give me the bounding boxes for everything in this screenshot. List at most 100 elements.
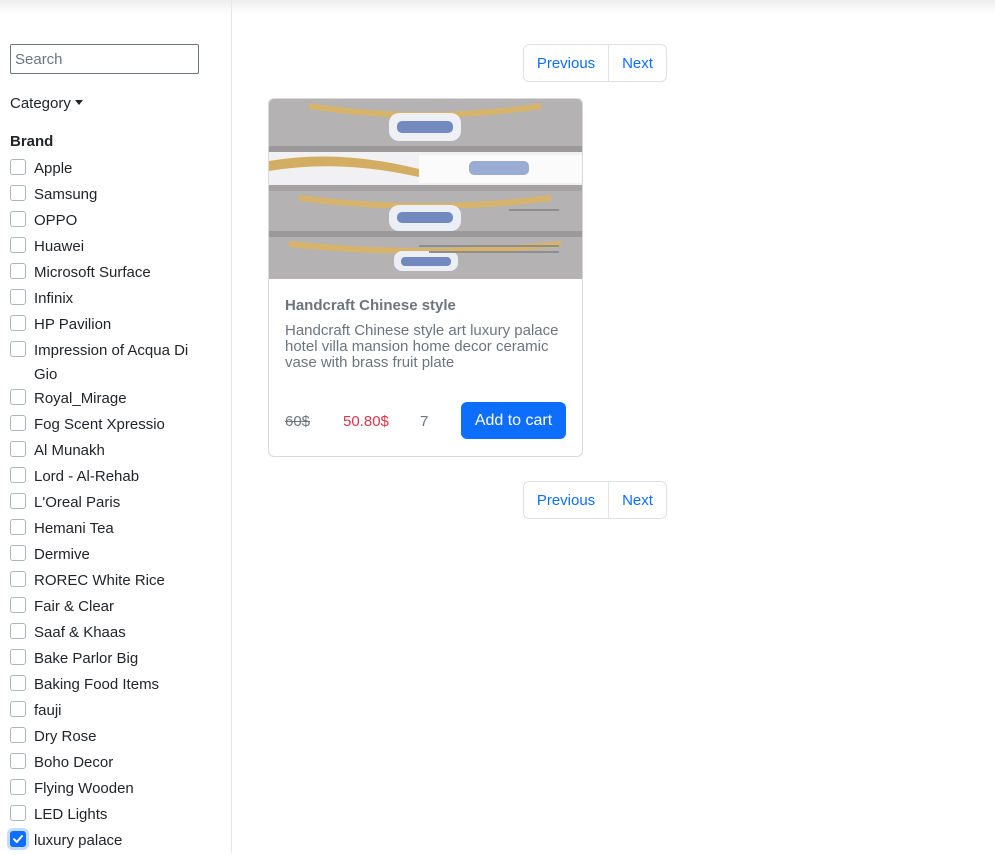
brand-label: Flying Wooden — [34, 780, 134, 797]
brand-item[interactable]: luxury palace — [10, 829, 215, 855]
brand-label: Huawei — [34, 238, 85, 255]
brand-label: Hemani Tea — [34, 520, 114, 537]
brand-item[interactable]: Flying Wooden — [10, 777, 215, 803]
brand-checkbox[interactable] — [10, 185, 26, 201]
brand-checkbox[interactable] — [10, 571, 26, 587]
brand-checkbox[interactable] — [10, 341, 26, 357]
brand-checkbox[interactable] — [10, 519, 26, 535]
brand-item[interactable]: HP Pavilion — [10, 313, 215, 339]
brand-checkbox[interactable] — [10, 727, 26, 743]
brand-checkbox[interactable] — [10, 831, 26, 847]
brand-label: Al Munakh — [34, 442, 105, 459]
category-label: Category — [10, 94, 71, 112]
brand-item[interactable]: Dry Rose — [10, 725, 215, 751]
pagination-top: Previous Next — [523, 44, 667, 82]
brand-label: fauji — [34, 702, 62, 719]
brand-label: Infinix — [34, 290, 74, 307]
brand-item[interactable]: L'Oreal Paris — [10, 491, 215, 517]
brand-item[interactable]: Impression of Acqua Di Gio — [10, 339, 215, 387]
search-input[interactable] — [10, 44, 199, 74]
brand-item[interactable]: Saaf & Khaas — [10, 621, 215, 647]
brand-checkbox[interactable] — [10, 779, 26, 795]
product-description: Handcraft Chinese style art luxury palac… — [285, 322, 559, 371]
brand-list: Apple Samsung OPPO Huawei Microsoft Surface I… — [10, 157, 215, 855]
brand-item[interactable]: Apple — [10, 157, 215, 183]
brand-checkbox[interactable] — [10, 467, 26, 483]
brand-label: Dermive — [34, 546, 90, 563]
previous-button[interactable]: Previous — [524, 482, 609, 518]
brand-label: L'Oreal Paris — [34, 494, 121, 511]
brand-item[interactable]: Bake Parlor Big — [10, 647, 215, 673]
category-dropdown[interactable]: Category — [10, 93, 83, 113]
brand-label: Royal_Mirage — [34, 390, 127, 407]
filter-sidebar: Category Brand Apple Samsung OPPO Huawei Mic… — [0, 0, 232, 853]
caret-down-icon — [74, 99, 83, 105]
brand-checkbox[interactable] — [10, 649, 26, 665]
brand-checkbox[interactable] — [10, 597, 26, 613]
brand-label: Fog Scent Xpressio — [34, 416, 165, 433]
brand-item[interactable]: Boho Decor — [10, 751, 215, 777]
product-card: Handcraft Chinese style Handcraft Chines… — [268, 98, 583, 457]
check-icon — [13, 835, 23, 843]
brand-label: luxury palace — [34, 832, 123, 849]
brand-label: Bake Parlor Big — [34, 650, 139, 667]
brand-label: HP Pavilion — [34, 316, 112, 333]
brand-label: OPPO — [34, 212, 78, 229]
brand-item[interactable]: ROREC White Rice — [10, 569, 215, 595]
brand-item[interactable]: Dermive — [10, 543, 215, 569]
old-price: 60$ — [285, 413, 311, 430]
sale-price: 50.80$ — [343, 413, 389, 430]
next-button[interactable]: Next — [609, 482, 666, 518]
brand-checkbox[interactable] — [10, 623, 26, 639]
brand-label: Baking Food Items — [34, 676, 160, 693]
brand-checkbox[interactable] — [10, 675, 26, 691]
product-title[interactable]: Handcraft Chinese style — [285, 297, 456, 314]
brand-item[interactable]: Huawei — [10, 235, 215, 261]
brand-item[interactable]: Fog Scent Xpressio — [10, 413, 215, 439]
brand-label: Impression of Acqua Di Gio — [34, 342, 189, 383]
brand-label: Lord - Al-Rehab — [34, 468, 140, 485]
brand-label: Dry Rose — [34, 728, 97, 745]
brand-checkbox[interactable] — [10, 315, 26, 331]
brand-item[interactable]: Baking Food Items — [10, 673, 215, 699]
brand-item[interactable]: Al Munakh — [10, 439, 215, 465]
brand-item[interactable]: Royal_Mirage — [10, 387, 215, 413]
brand-checkbox[interactable] — [10, 237, 26, 253]
brand-label: LED Lights — [34, 806, 108, 823]
brand-checkbox[interactable] — [10, 211, 26, 227]
brand-label: Saaf & Khaas — [34, 624, 126, 641]
brand-item[interactable]: Samsung — [10, 183, 215, 209]
brand-label: Apple — [34, 160, 73, 177]
product-image[interactable] — [269, 99, 582, 279]
brand-item[interactable]: fauji — [10, 699, 215, 725]
brand-label: ROREC White Rice — [34, 572, 165, 589]
brand-checkbox[interactable] — [10, 493, 26, 509]
brand-label: Microsoft Surface — [34, 264, 151, 281]
previous-button[interactable]: Previous — [524, 45, 609, 81]
brand-checkbox[interactable] — [10, 263, 26, 279]
brand-item[interactable]: Infinix — [10, 287, 215, 313]
brand-checkbox[interactable] — [10, 545, 26, 561]
stock-quantity: 7 — [420, 413, 429, 430]
brand-checkbox[interactable] — [10, 415, 26, 431]
brand-checkbox[interactable] — [10, 701, 26, 717]
brand-item[interactable]: LED Lights — [10, 803, 215, 829]
brand-checkbox[interactable] — [10, 753, 26, 769]
pagination-bottom: Previous Next — [523, 481, 667, 519]
brand-checkbox[interactable] — [10, 805, 26, 821]
next-button[interactable]: Next — [609, 45, 666, 81]
brand-checkbox[interactable] — [10, 441, 26, 457]
brand-item[interactable]: OPPO — [10, 209, 215, 235]
add-to-cart-button[interactable]: Add to cart — [461, 402, 566, 439]
brand-item[interactable]: Fair & Clear — [10, 595, 215, 621]
brand-label: Fair & Clear — [34, 598, 115, 615]
brand-item[interactable]: Microsoft Surface — [10, 261, 215, 287]
brand-item[interactable]: Lord - Al-Rehab — [10, 465, 215, 491]
brand-checkbox[interactable] — [10, 159, 26, 175]
brand-checkbox[interactable] — [10, 389, 26, 405]
brand-label: Boho Decor — [34, 754, 114, 771]
brand-item[interactable]: Hemani Tea — [10, 517, 215, 543]
brand-heading: Brand — [10, 133, 54, 150]
brand-checkbox[interactable] — [10, 289, 26, 305]
brand-label: Samsung — [34, 186, 98, 203]
